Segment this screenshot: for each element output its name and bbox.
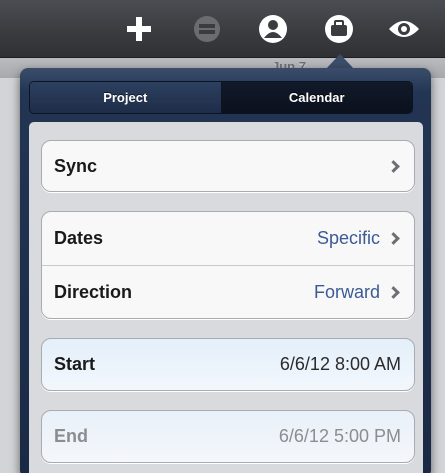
chevron-right-icon (387, 232, 400, 245)
top-toolbar (0, 0, 445, 58)
start-value: 6/6/12 8:00 AM (279, 354, 401, 374)
start-row[interactable]: Start 6/6/12 8:00 AM (42, 339, 414, 390)
direction-row[interactable]: Direction Forward (42, 265, 414, 318)
chevron-right-icon (387, 159, 400, 173)
chevron-right-icon (387, 285, 400, 299)
end-group: End 6/6/12 5:00 PM (41, 410, 415, 463)
tab-project[interactable]: Project (30, 82, 222, 113)
segmented-control: Project Calendar (29, 81, 413, 114)
eye-icon[interactable] (387, 12, 421, 46)
end-row[interactable]: End 6/6/12 5:00 PM (42, 411, 414, 462)
sync-label: Sync (54, 155, 98, 176)
direction-value: Forward (313, 281, 380, 302)
end-value: 6/6/12 5:00 PM (278, 426, 401, 446)
tab-calendar[interactable]: Calendar (221, 82, 412, 113)
minus-circle-icon[interactable] (190, 12, 224, 46)
dates-label: Dates (54, 228, 104, 248)
start-group: Start 6/6/12 8:00 AM (41, 338, 415, 391)
dates-direction-group: Dates Specific Direction Forward (41, 211, 415, 319)
background-content-left (0, 78, 22, 473)
direction-label: Direction (54, 281, 133, 302)
background-content-right (431, 78, 445, 473)
person-icon[interactable] (256, 12, 290, 46)
end-label: End (54, 426, 88, 446)
sync-row[interactable]: Sync (42, 141, 414, 191)
add-icon[interactable] (122, 12, 156, 46)
briefcase-icon[interactable] (322, 12, 356, 46)
sync-group: Sync (41, 140, 415, 192)
dates-value: Specific (316, 228, 380, 248)
dates-row[interactable]: Dates Specific (42, 212, 414, 265)
start-label: Start (54, 354, 96, 374)
popover-arrow (326, 54, 354, 69)
